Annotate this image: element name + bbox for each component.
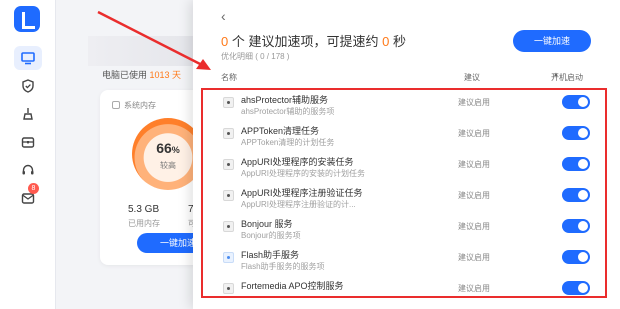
table-header: 名称 建议 开机启动 ▲ [221,72,601,84]
startup-toggle[interactable] [562,281,590,295]
panel-headline: 0 个 建议加速项，可提速约 0 秒 [221,31,406,50]
service-icon [223,283,234,294]
item-desc: Flash助手服务的服务项 [241,262,325,271]
memory-used-value: 5.3 GB [128,204,160,215]
optimized-detail: 优化明细 ( 0 / 178 ) [221,51,289,62]
message-badge: 8 [28,183,39,194]
service-icon [223,190,234,201]
memory-icon [112,101,120,109]
monitor-icon [21,52,35,65]
column-name[interactable]: 名称 [221,72,237,83]
startup-toggle[interactable] [562,188,590,202]
memory-card-title: 系统内存 [112,100,156,111]
item-name: APPToken清理任务 [241,126,320,136]
sidebar-item-protect[interactable] [14,74,42,98]
service-icon [223,97,234,108]
memory-percent-unit: % [171,145,180,155]
headset-icon [22,164,34,175]
memory-card-title-text: 系统内存 [124,101,156,110]
item-name: AppURI处理程序注册验证任务 [241,188,363,198]
item-desc: ahsProtector辅助的服务项 [241,107,335,116]
sidebar-item-support[interactable] [14,158,42,182]
flash-icon [223,252,234,263]
item-suggestion: 建议启用 [458,253,490,262]
item-suggestion: 建议启用 [458,160,490,169]
startup-panel: ‹ 0 个 建议加速项，可提速约 0 秒 优化明细 ( 0 / 178 ) 一键… [193,0,620,309]
service-icon [223,221,234,232]
list-item: Flash助手服务 Flash助手服务的服务项 建议启用 [203,243,605,274]
list-item: AppURI处理程序注册验证任务 AppURI处理程序注册验证的计... 建议启… [203,181,605,212]
broom-icon [23,108,33,120]
optimized-count: ( 0 / 178 ) [255,52,290,61]
list-item: AppURI处理程序的安装任务 AppURI处理程序的安装的计划任务 建议启用 [203,150,605,181]
sidebar-item-clean[interactable] [14,102,42,126]
service-icon [223,128,234,139]
usage-prefix: 电脑已使用 [102,70,148,80]
shield-icon [22,79,34,93]
item-suggestion: 建议启用 [458,98,490,107]
back-icon[interactable]: ‹ [221,8,226,24]
optimized-label: 优化明细 [221,52,253,61]
item-suggestion: 建议启用 [458,222,490,231]
headline-seconds: 0 [382,34,390,49]
app-window: 8 电脑已使用 1013 天 系统内存 66% 较高 5.3 GB 已用内存 7… [0,0,620,309]
item-name: ahsProtector辅助服务 [241,95,329,105]
banner [88,36,208,66]
startup-toggle[interactable] [562,95,590,109]
startup-toggle[interactable] [562,219,590,233]
list-item: Bonjour 服务 Bonjour的服务项 建议启用 [203,212,605,243]
list-item: Fortemedia APO控制服务 建议启用 [203,274,605,298]
item-name: Bonjour 服务 [241,219,293,229]
item-name: Flash助手服务 [241,250,300,260]
startup-toggle[interactable] [562,250,590,264]
list-item: ahsProtector辅助服务 ahsProtector辅助的服务项 建议启用 [203,88,605,119]
startup-toggle[interactable] [562,157,590,171]
item-suggestion: 建议启用 [458,129,490,138]
item-suggestion: 建议启用 [458,284,490,293]
item-desc: APPToken清理的计划任务 [241,138,335,147]
startup-list: ahsProtector辅助服务 ahsProtector辅助的服务项 建议启用… [203,88,605,298]
item-desc: Bonjour的服务项 [241,231,301,240]
headline-unit: 秒 [392,34,406,49]
speedup-button[interactable]: 一键加速 [513,30,591,52]
memory-used-label: 已用内存 [128,219,160,228]
item-desc: AppURI处理程序注册验证的计... [241,200,356,209]
item-name: Fortemedia APO控制服务 [241,281,344,291]
column-suggestion[interactable]: 建议 [464,72,480,83]
startup-toggle[interactable] [562,126,590,140]
sidebar-item-messages[interactable]: 8 [14,183,42,210]
item-desc: AppURI处理程序的安装的计划任务 [241,169,366,178]
memory-percent-value: 66 [156,140,172,156]
item-suggestion: 建议启用 [458,191,490,200]
sort-up-icon: ▲ [553,72,559,78]
app-logo [14,6,40,32]
toolbox-icon [21,137,35,148]
headline-count: 0 [221,34,229,49]
headline-text: 个 建议加速项，可提速约 [231,34,379,49]
usage-text: 电脑已使用 1013 天 [102,68,181,81]
sidebar: 8 [0,0,56,309]
service-icon [223,159,234,170]
sidebar-item-speedup[interactable] [14,46,42,70]
list-item: APPToken清理任务 APPToken清理的计划任务 建议启用 [203,119,605,150]
usage-days: 1013 天 [149,70,182,80]
sidebar-item-tools[interactable] [14,130,42,154]
item-name: AppURI处理程序的安装任务 [241,157,354,167]
